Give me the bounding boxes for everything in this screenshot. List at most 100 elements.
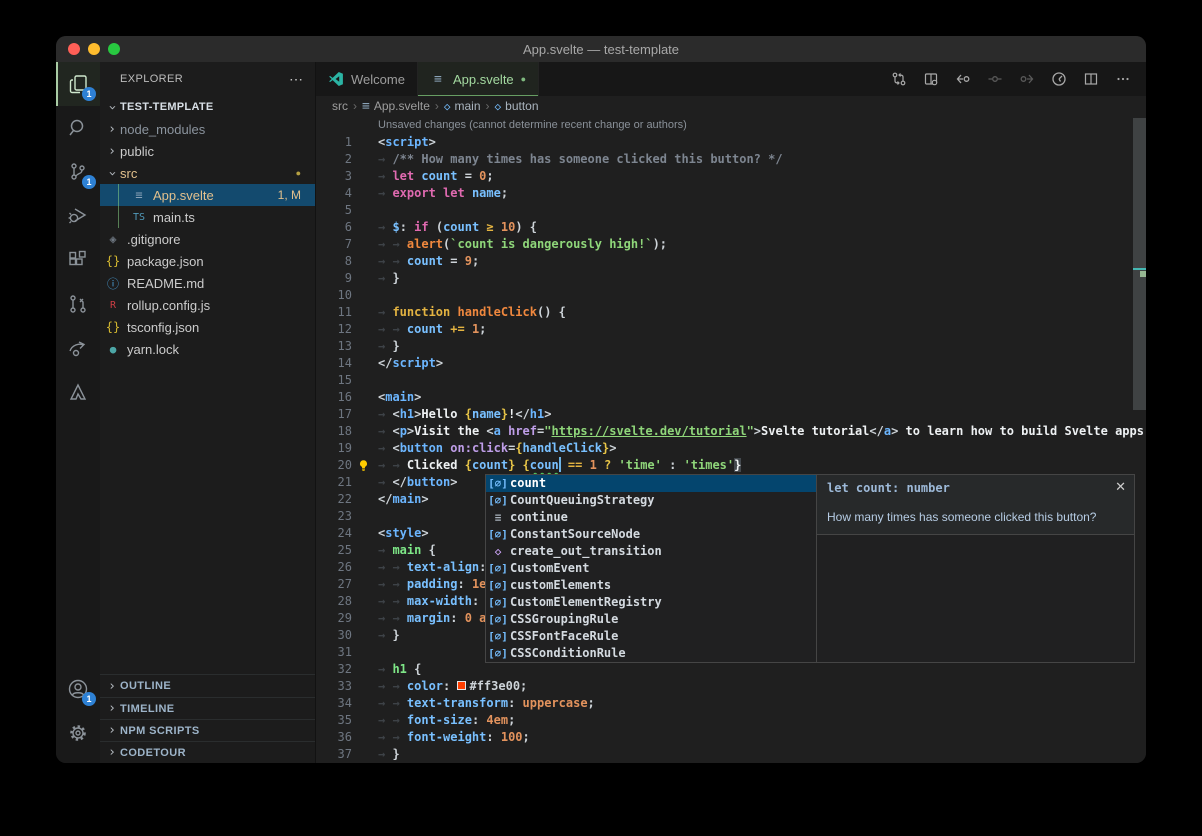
code-line-2[interactable]: 2→ /** How many times has someone clicke… [316,151,1146,168]
line-number[interactable]: 25 [316,542,352,559]
code-line-10[interactable]: 10 [316,287,1146,304]
sidebar-section-timeline[interactable]: ›TIMELINE [100,697,315,719]
activity-extensions[interactable] [56,238,100,282]
line-number[interactable]: 3 [316,168,352,185]
line-number[interactable]: 22 [316,491,352,508]
previous-change-button[interactable] [950,66,976,92]
code-line-3[interactable]: 3→ let count = 0; [316,168,1146,185]
suggest-item-constantsourcenode[interactable]: [∅]ConstantSourceNode [486,526,816,543]
modified-dot-icon[interactable]: ● [521,74,526,84]
suggest-item-cssconditionrule[interactable]: [∅]CSSConditionRule [486,645,816,662]
code-line-18[interactable]: 18→ <p>Visit the <a href="https://svelte… [316,423,1146,440]
line-number[interactable]: 29 [316,610,352,627]
code-line-9[interactable]: 9→ } [316,270,1146,287]
codelens-unsaved-changes[interactable]: Unsaved changes (cannot determine recent… [316,116,1146,134]
suggest-item-continue[interactable]: ≡continue [486,509,816,526]
suggest-item-countqueuingstrategy[interactable]: [∅]CountQueuingStrategy [486,492,816,509]
tree-item-package-json[interactable]: {}package.json [100,250,315,272]
breadcrumb-main[interactable]: ◇main [444,99,481,113]
code-line-19[interactable]: 19→ <button on:click={handleClick}> [316,440,1146,457]
tree-item-public[interactable]: ›public [100,140,315,162]
line-number[interactable]: 8 [316,253,352,270]
breadcrumb-src[interactable]: src [332,99,348,113]
line-number[interactable]: 35 [316,712,352,729]
tree-item-readme-md[interactable]: ⓘREADME.md [100,272,315,294]
editor-scrollbar[interactable] [1133,118,1146,410]
tree-item-main-ts[interactable]: TSmain.ts [100,206,315,228]
code-line-11[interactable]: 11→ function handleClick() { [316,304,1146,321]
code-line-13[interactable]: 13→ } [316,338,1146,355]
line-number[interactable]: 18 [316,423,352,440]
code-editor[interactable]: Unsaved changes (cannot determine recent… [316,116,1146,763]
code-line-6[interactable]: 6→ $: if (count ≥ 10) { [316,219,1146,236]
suggest-item-count[interactable]: [∅]count [486,475,816,492]
code-line-17[interactable]: 17→ <h1>Hello {name}!</h1> [316,406,1146,423]
line-number[interactable]: 34 [316,695,352,712]
line-number[interactable]: 24 [316,525,352,542]
suggest-item-cssfontfacerule[interactable]: [∅]CSSFontFaceRule [486,628,816,645]
line-number[interactable]: 36 [316,729,352,746]
line-number[interactable]: 12 [316,321,352,338]
explorer-more-actions-icon[interactable]: ⋯ [289,71,303,88]
toggle-file-blame-button[interactable] [886,66,912,92]
line-number[interactable]: 28 [316,593,352,610]
tree-root-test-template[interactable]: › TEST-TEMPLATE [100,96,315,118]
line-number[interactable]: 16 [316,389,352,406]
line-number[interactable]: 4 [316,185,352,202]
tree-item-app-svelte[interactable]: ≡App.svelte1, M [100,184,315,206]
activity-azure[interactable] [56,370,100,414]
sidebar-section-codetour[interactable]: ›CODETOUR [100,741,315,763]
line-number[interactable]: 20 [316,457,352,474]
code-line-15[interactable]: 15 [316,372,1146,389]
activity-run-debug[interactable] [56,194,100,238]
line-number[interactable]: 19 [316,440,352,457]
activity-source-control[interactable]: 1 [56,150,100,194]
tree-item-src[interactable]: ›src● [100,162,315,184]
close-icon[interactable]: ✕ [1115,478,1126,495]
suggest-item-customelementregistry[interactable]: [∅]CustomElementRegistry [486,594,816,611]
line-number[interactable]: 13 [316,338,352,355]
current-change-button[interactable] [982,66,1008,92]
more-actions-button[interactable] [1110,66,1136,92]
activity-live-share[interactable] [56,326,100,370]
account-button[interactable]: 1 [56,667,100,711]
line-number[interactable]: 17 [316,406,352,423]
tab-app-svelte[interactable]: ≡ App.svelte ● [418,62,539,96]
code-line-7[interactable]: 7→ → alert(`count is dangerously high!`)… [316,236,1146,253]
tree-item--gitignore[interactable]: ◈.gitignore [100,228,315,250]
tree-item-rollup-config-js[interactable]: Rrollup.config.js [100,294,315,316]
line-number[interactable]: 31 [316,644,352,661]
code-line-33[interactable]: 33→ → color: #ff3e00; [316,678,1146,695]
code-line-14[interactable]: 14</script> [316,355,1146,372]
tree-item-yarn-lock[interactable]: ●yarn.lock [100,338,315,360]
settings-button[interactable] [56,711,100,755]
tree-item-node-modules[interactable]: ›node_modules [100,118,315,140]
tab-welcome[interactable]: Welcome [316,62,418,96]
split-editor-button[interactable] [1078,66,1104,92]
suggest-item-cssgroupingrule[interactable]: [∅]CSSGroupingRule [486,611,816,628]
line-number[interactable]: 33 [316,678,352,695]
suggest-item-create_out_transition[interactable]: ◇create_out_transition [486,543,816,560]
code-line-5[interactable]: 5 [316,202,1146,219]
line-number[interactable]: 5 [316,202,352,219]
line-number[interactable]: 26 [316,559,352,576]
line-number[interactable]: 11 [316,304,352,321]
file-history-button[interactable] [1046,66,1072,92]
tree-item-tsconfig-json[interactable]: {}tsconfig.json [100,316,315,338]
breadcrumb-app-svelte[interactable]: ≡App.svelte [362,99,430,114]
line-number[interactable]: 2 [316,151,352,168]
sidebar-section-outline[interactable]: ›OUTLINE [100,675,315,697]
code-line-1[interactable]: 1<script> [316,134,1146,151]
code-line-37[interactable]: 37→ } [316,746,1146,763]
line-number[interactable]: 15 [316,372,352,389]
line-number[interactable]: 14 [316,355,352,372]
code-line-20[interactable]: 20→ → Clicked {count} {coun == 1 ? 'time… [316,457,1146,474]
suggest-item-customelements[interactable]: [∅]customElements [486,577,816,594]
line-number[interactable]: 23 [316,508,352,525]
activity-github-pull-requests[interactable] [56,282,100,326]
open-changes-editor-button[interactable] [918,66,944,92]
activity-search[interactable] [56,106,100,150]
code-line-4[interactable]: 4→ export let name; [316,185,1146,202]
code-line-36[interactable]: 36→ → font-weight: 100; [316,729,1146,746]
line-number[interactable]: 9 [316,270,352,287]
